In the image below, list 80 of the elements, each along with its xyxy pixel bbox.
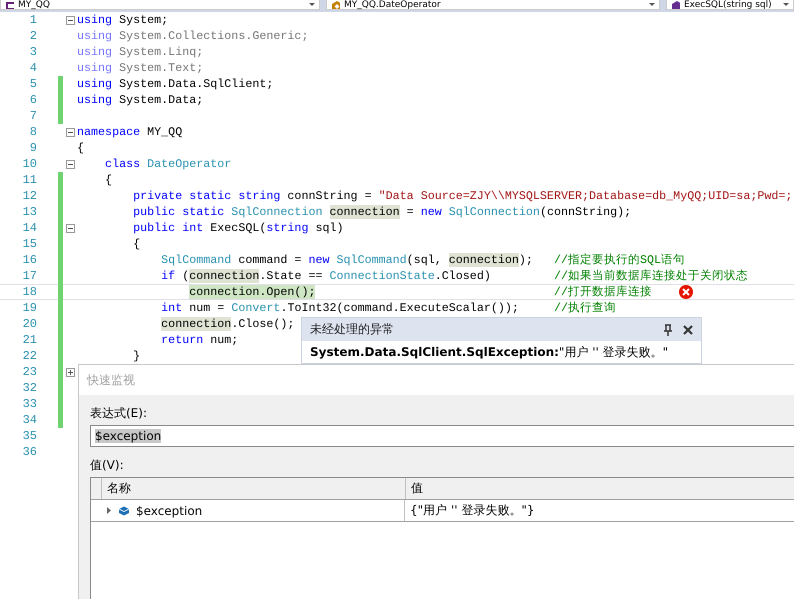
project-icon (5, 0, 14, 9)
line-number: 7 (28, 109, 37, 123)
collapse-icon[interactable] (66, 16, 74, 24)
close-icon (682, 324, 694, 336)
line-number: 12 (22, 189, 37, 203)
line-number: 22 (22, 349, 37, 363)
code-line: using System.Data; (77, 92, 204, 108)
field-label: 表达式(E): (90, 405, 148, 421)
dropdown[interactable]: MY_QQ (0, 0, 320, 10)
popup-title: 未经处理的异常 (310, 321, 395, 338)
collapse-icon[interactable] (66, 128, 74, 136)
line-number: 14 (22, 221, 37, 235)
line-number: 11 (22, 173, 37, 187)
column-header[interactable]: 值 (406, 478, 794, 499)
line-number: 10 (22, 157, 37, 171)
variable-value: {"用户 '' 登录失败。"} (409, 502, 536, 519)
line-number: 36 (22, 445, 37, 459)
dropdown[interactable]: MY_QQ.DateOperator (326, 0, 660, 10)
line-number: 13 (22, 205, 37, 219)
code-line: class DateOperator (104, 156, 232, 172)
code-line: { (77, 140, 84, 156)
error-icon (679, 285, 693, 299)
code-line: using System.Linq; (77, 44, 204, 60)
code-line: { (132, 236, 140, 252)
expand-icon[interactable] (66, 368, 74, 376)
code-line: using System.Collections.Generic; (77, 28, 308, 44)
line-number: 4 (28, 61, 37, 75)
line-number: 2 (28, 29, 37, 43)
object-icon (118, 505, 130, 516)
pin-button[interactable] (661, 322, 675, 336)
class-icon (331, 0, 340, 9)
code-line: { (104, 172, 112, 188)
line-number: 5 (28, 77, 37, 91)
line-number: 3 (28, 45, 37, 59)
line-number: 19 (22, 301, 37, 315)
line-number: 34 (22, 413, 37, 427)
line-number: 9 (28, 141, 37, 155)
code-line: return num; (160, 332, 238, 348)
code-line: using System.Data.SqlClient; (77, 76, 274, 92)
collapse-icon[interactable] (66, 160, 74, 168)
line-number: 6 (28, 93, 37, 107)
code-line: if (connection.State == ConnectionState.Closed) //如果当前数据库连接处于关闭状态 (160, 268, 748, 284)
pin-icon (662, 324, 674, 336)
field-label: 值(V): (90, 457, 125, 473)
variable-name: $exception (136, 504, 202, 518)
line-number: 23 (22, 365, 37, 379)
line-number: 21 (22, 333, 37, 347)
code-line: public int ExecSQL(string sql) (132, 220, 344, 236)
line-number: 20 (22, 317, 37, 331)
line-number: 33 (22, 397, 37, 411)
line-number: 8 (28, 125, 37, 139)
line-number: 35 (22, 429, 37, 443)
code-line: private static string connString = "Data Source=ZJY\\MYSQLSERVER;Database=db_MyQQ;UID=sa;Pwd=; (132, 188, 792, 204)
expand-icon[interactable] (106, 507, 112, 514)
code-line: public static SqlConnection connection = new SqlConnection(connString); (132, 204, 632, 220)
code-line: connection.Open(); //打开数据库连接 (188, 284, 652, 300)
dropdown[interactable]: ExecSQL(string sql) (666, 0, 794, 10)
column-header[interactable]: 名称 (102, 478, 406, 499)
code-line: namespace MY_QQ (77, 124, 182, 140)
caret-icon (783, 3, 789, 6)
line-number: 15 (22, 237, 37, 251)
code-line: using System; (77, 12, 168, 28)
code-line: using System.Text; (77, 60, 204, 76)
line-number: 32 (22, 381, 37, 395)
line-number: 16 (22, 253, 37, 267)
code-line: connection.Close(); (160, 316, 294, 332)
code-line: int num = Convert.ToInt32(command.ExecuteScalar()); //执行查询 (160, 300, 616, 316)
dialog-title: 快速监视 (87, 372, 135, 388)
line-number: 18 (22, 285, 37, 299)
collapse-icon[interactable] (66, 224, 74, 232)
code-line: SqlCommand command = new SqlCommand(sql, connection); //指定要执行的SQL语句 (160, 252, 686, 268)
caret-icon (649, 3, 655, 6)
method-icon (671, 0, 680, 9)
line-number: 1 (28, 13, 37, 27)
expression-field[interactable]: $exception (90, 425, 794, 447)
code-line: } (132, 348, 140, 364)
close-button[interactable] (681, 322, 695, 336)
exception-message: System.Data.SqlClient.SqlException:"用户 '' 登录失败。" (309, 344, 670, 361)
line-number: 17 (22, 269, 37, 283)
caret-icon (309, 3, 315, 6)
